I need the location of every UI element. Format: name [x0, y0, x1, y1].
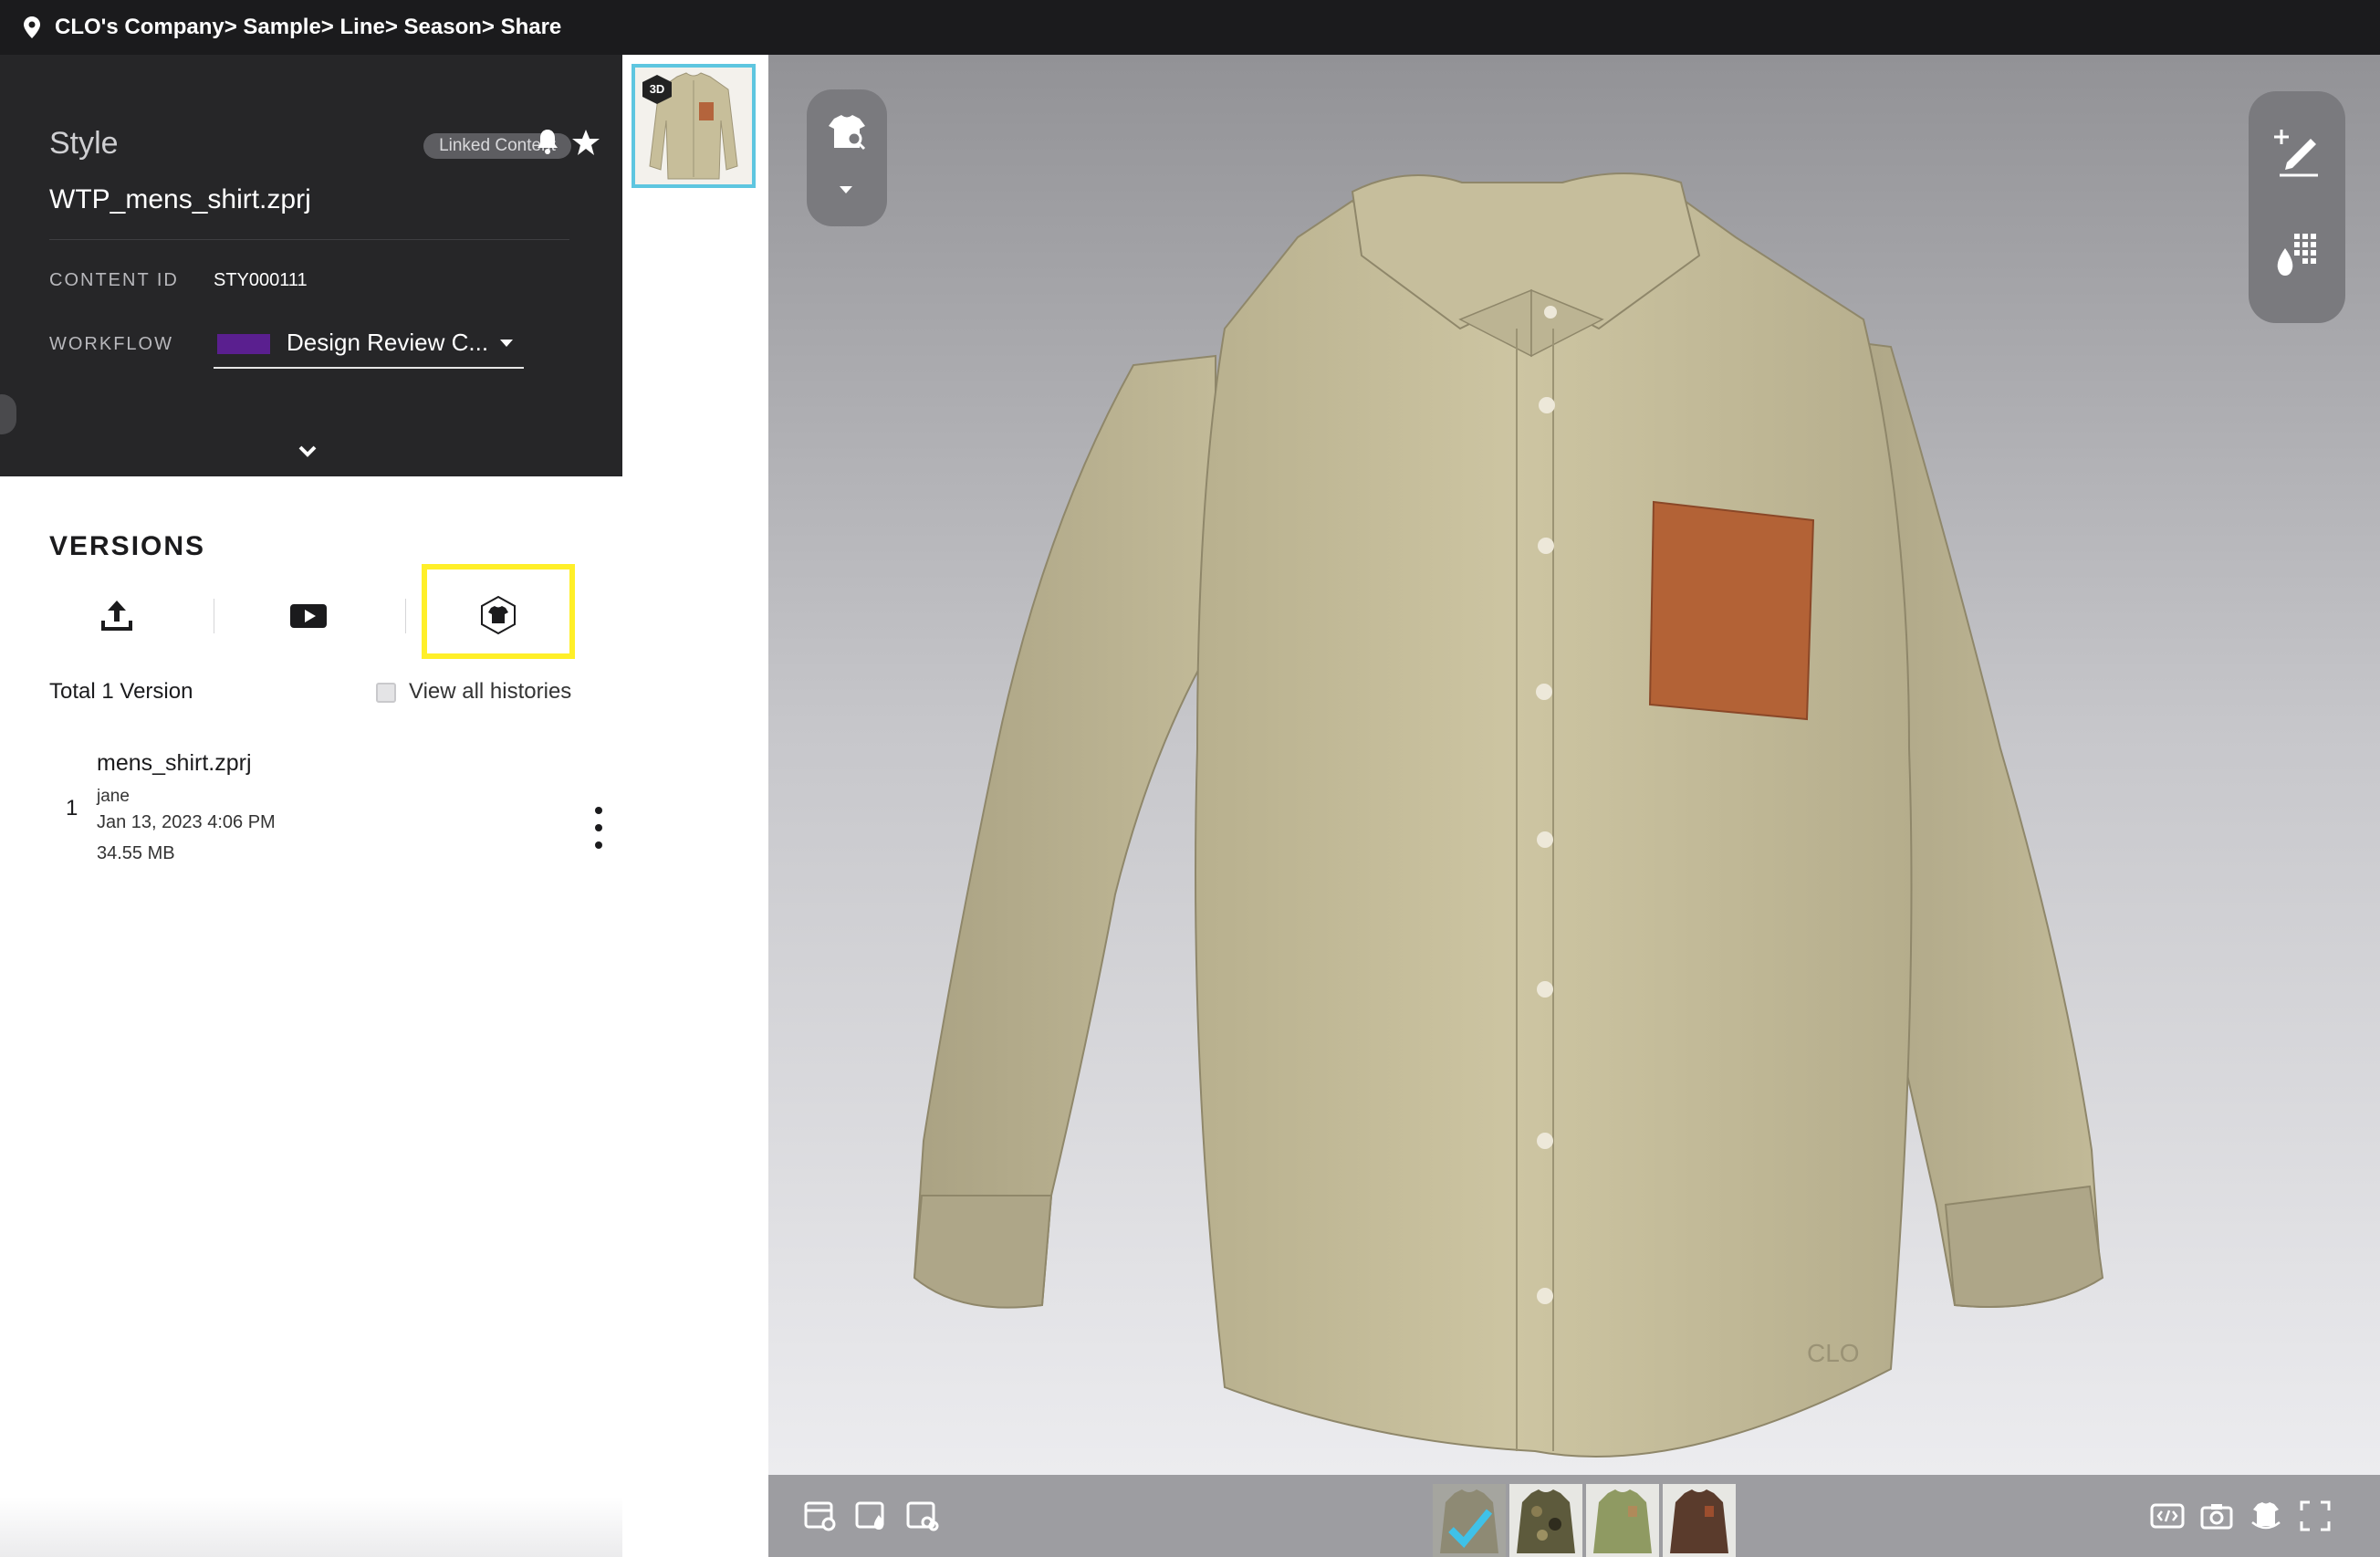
view-all-histories-label[interactable]: View all histories — [409, 679, 571, 705]
divider — [49, 239, 569, 240]
workflow-color-swatch — [217, 334, 270, 354]
add-annotation-icon[interactable] — [2274, 128, 2320, 177]
star-icon[interactable] — [571, 128, 600, 157]
style-info-panel: Style Linked Content WTP_mens_shirt.zprj… — [0, 55, 622, 476]
garment-search-icon[interactable] — [825, 111, 869, 153]
svg-text:CLO: CLO — [1807, 1339, 1860, 1367]
top-bar: CLO's Company > Sample > Line > Season > Sha… — [0, 0, 2380, 55]
style-heading: Style — [49, 126, 119, 161]
panel-collapse-handle[interactable] — [0, 394, 16, 434]
embed-code-icon[interactable] — [2150, 1499, 2185, 1533]
view-all-histories-checkbox[interactable] — [376, 683, 396, 703]
breadcrumb-item-company[interactable]: CLO's Company — [55, 15, 224, 40]
fabric-grid-icon[interactable] — [905, 1499, 940, 1533]
annotation-toolbar — [2249, 91, 2345, 323]
breadcrumb-item-season[interactable]: Season — [404, 15, 482, 40]
content-id-label: CONTENT ID — [49, 270, 179, 290]
breadcrumb-item-sample[interactable]: Sample — [243, 15, 320, 40]
workflow-select-underline — [214, 367, 524, 369]
panel-bottom-shadow — [0, 1497, 622, 1557]
thumbnail-column: 3D — [622, 55, 768, 1557]
version-size: 34.55 MB — [97, 843, 175, 863]
caret-down-icon[interactable] — [840, 186, 852, 193]
more-options-icon[interactable] — [593, 807, 604, 849]
video-icon[interactable] — [281, 588, 336, 643]
camera-icon[interactable] — [2199, 1499, 2234, 1533]
material-icon[interactable] — [854, 1499, 889, 1533]
breadcrumb: CLO's Company > Sample > Line > Season > Sha… — [55, 15, 561, 40]
style-file-name: WTP_mens_shirt.zprj — [49, 184, 311, 214]
fullscreen-icon[interactable] — [2298, 1499, 2333, 1533]
version-user: jane — [97, 787, 130, 806]
breadcrumb-separator: > — [481, 15, 501, 39]
workflow-label: WORKFLOW — [49, 334, 173, 354]
shirt-thumbnail[interactable]: 3D — [632, 64, 756, 188]
colorway-icon[interactable] — [2272, 230, 2322, 279]
chevron-down-icon[interactable] — [294, 442, 321, 462]
version-file-name[interactable]: mens_shirt.zprj — [97, 750, 252, 777]
breadcrumb-separator: > — [320, 15, 340, 39]
colorway-swatch-brown[interactable] — [1663, 1484, 1736, 1557]
breadcrumb-separator: > — [224, 15, 244, 39]
colorway-swatch-selected[interactable] — [1433, 1484, 1506, 1557]
bell-icon[interactable] — [535, 128, 560, 155]
total-versions-label: Total 1 Version — [49, 679, 193, 704]
highlight-box — [422, 564, 575, 659]
garment-view-toolbar — [807, 89, 887, 226]
map-pin-icon — [24, 16, 44, 39]
versions-panel: VERSIONS Total 1 Version View all histor… — [0, 476, 622, 1557]
breadcrumb-separator: > — [384, 15, 404, 39]
version-number: 1 — [66, 796, 78, 820]
divider — [405, 599, 406, 633]
content-id-value: STY000111 — [214, 270, 308, 290]
versions-heading: VERSIONS — [49, 531, 206, 561]
shirt-3d-model: CLO — [913, 172, 2104, 1458]
render-settings-icon[interactable] — [803, 1499, 838, 1533]
colorway-swatch-camo[interactable] — [1509, 1484, 1582, 1557]
workflow-select-value[interactable]: Design Review C... — [287, 329, 488, 357]
caret-down-icon[interactable] — [500, 340, 513, 347]
colorway-swatch-olive[interactable] — [1586, 1484, 1659, 1557]
version-date: Jan 13, 2023 4:06 PM — [97, 812, 276, 832]
viewer-bottom-toolbar — [768, 1475, 2380, 1557]
turntable-icon[interactable] — [2249, 1499, 2283, 1533]
breadcrumb-item-share[interactable]: Share — [501, 15, 562, 40]
3d-viewer[interactable]: CLO — [768, 55, 2380, 1475]
upload-icon[interactable] — [89, 588, 144, 643]
breadcrumb-item-line[interactable]: Line — [339, 15, 384, 40]
